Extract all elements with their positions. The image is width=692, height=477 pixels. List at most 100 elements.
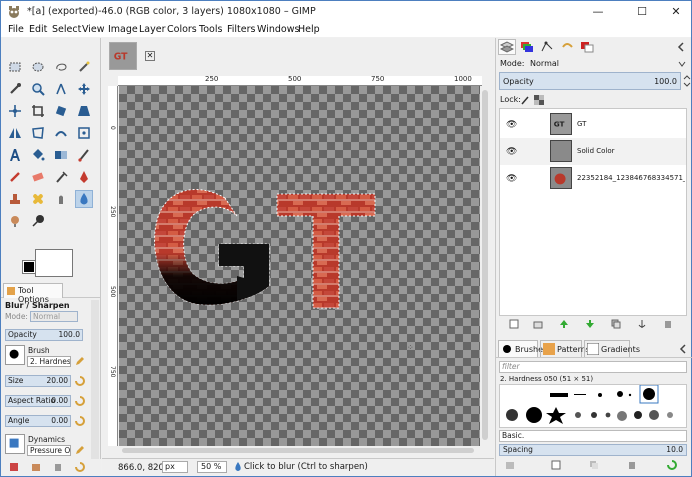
menu-file[interactable]: File xyxy=(8,24,24,35)
lower-layer-icon[interactable] xyxy=(585,319,595,329)
warp-tool[interactable] xyxy=(52,124,70,142)
menu-colors[interactable]: Colors xyxy=(167,24,197,35)
smudge-tool[interactable] xyxy=(52,190,70,208)
tab-tool-options[interactable]: Tool Options xyxy=(3,283,63,304)
brush-spacing-slider[interactable]: Spacing 10.0 xyxy=(499,444,687,456)
perspective-tool[interactable] xyxy=(75,102,93,120)
duplicate-brush-icon[interactable] xyxy=(589,460,599,470)
new-layer-group-icon[interactable] xyxy=(533,319,543,329)
menu-image[interactable]: Image xyxy=(108,24,138,35)
delete-layer-icon[interactable] xyxy=(663,319,673,329)
brushes-tab-menu-icon[interactable] xyxy=(678,344,688,354)
tab-undo-history[interactable] xyxy=(558,39,576,55)
brush-thumbnails[interactable] xyxy=(500,384,686,427)
anchor-layer-icon[interactable] xyxy=(637,319,647,329)
tab-brushes[interactable]: Brushes xyxy=(498,340,547,357)
horizontal-scroll-thumb[interactable] xyxy=(122,448,474,453)
layer-row[interactable]: 👁 22352184_1238467683345​71_559968078 xyxy=(500,165,686,192)
image-tab-thumbnail[interactable]: GT xyxy=(109,42,137,70)
canvas-viewport[interactable]: ⁘ xyxy=(119,86,480,446)
gradient-tool[interactable] xyxy=(52,146,70,164)
edit-dynamics-icon[interactable] xyxy=(75,445,85,455)
new-layer-icon[interactable] xyxy=(509,319,519,329)
tab-gradients[interactable]: Gradients xyxy=(584,340,640,357)
size-slider[interactable]: Size 20.00 xyxy=(5,375,71,387)
align-tool[interactable] xyxy=(6,102,24,120)
brush-filter-input[interactable]: filter xyxy=(499,361,687,373)
visibility-eye-icon[interactable]: 👁 xyxy=(506,120,517,130)
fuzzy-select-tool[interactable] xyxy=(75,58,93,76)
background-color[interactable] xyxy=(22,260,36,274)
vertical-scrollbar[interactable] xyxy=(480,86,490,446)
paintbrush-tool[interactable] xyxy=(75,146,93,164)
vertical-scroll-thumb[interactable] xyxy=(482,90,488,440)
layer-row[interactable]: 👁 Solid Color xyxy=(500,138,686,165)
menu-tools[interactable]: Tools xyxy=(199,24,222,35)
airbrush-tool[interactable] xyxy=(52,168,70,186)
reset-aspect-icon[interactable] xyxy=(75,396,85,406)
dynamics-select[interactable]: Pressure Opa xyxy=(27,445,71,456)
visibility-eye-icon[interactable]: 👁 xyxy=(506,147,517,157)
menu-edit[interactable]: Edit xyxy=(29,24,47,35)
zoom-select[interactable]: 50 % xyxy=(197,461,227,473)
unit-select[interactable]: px xyxy=(162,461,188,473)
angle-slider[interactable]: Angle 0.00 xyxy=(5,415,71,427)
raise-layer-icon[interactable] xyxy=(559,319,569,329)
rotate-tool[interactable] xyxy=(52,102,70,120)
edit-brush-icon[interactable] xyxy=(75,356,85,366)
menu-filters[interactable]: Filters xyxy=(227,24,255,35)
clone-tool[interactable] xyxy=(6,190,24,208)
menu-view[interactable]: View xyxy=(82,24,105,35)
save-options-icon[interactable] xyxy=(9,462,19,472)
minimize-button[interactable]: — xyxy=(583,1,613,23)
delete-options-icon[interactable] xyxy=(53,462,63,472)
fg-bg-colors[interactable] xyxy=(9,245,99,281)
visibility-eye-icon[interactable]: 👁 xyxy=(506,174,517,184)
unified-transform-tool[interactable] xyxy=(75,124,93,142)
brush-tag-select[interactable]: Basic. xyxy=(499,430,687,442)
ellipse-select-tool[interactable] xyxy=(29,58,47,76)
color-picker-tool[interactable] xyxy=(6,80,24,98)
eraser-tool[interactable] xyxy=(29,168,47,186)
lock-pixels-icon[interactable] xyxy=(520,95,530,105)
reset-size-icon[interactable] xyxy=(75,376,85,386)
dynamics-preview[interactable] xyxy=(5,434,25,454)
layer-mode-select[interactable]: Normal xyxy=(530,59,559,68)
horizontal-scrollbar[interactable] xyxy=(118,446,480,454)
measure-tool[interactable] xyxy=(52,80,70,98)
new-brush-icon[interactable] xyxy=(551,460,561,470)
menu-select[interactable]: Select xyxy=(52,24,81,35)
text-tool[interactable] xyxy=(6,146,24,164)
ink-tool[interactable] xyxy=(75,168,93,186)
move-tool[interactable] xyxy=(75,80,93,98)
menu-layer[interactable]: Layer xyxy=(139,24,166,35)
pencil-tool[interactable] xyxy=(6,168,24,186)
tab-colors[interactable] xyxy=(578,39,596,55)
bucket-fill-tool[interactable] xyxy=(29,146,47,164)
brush-preview[interactable] xyxy=(5,345,25,365)
tab-paths[interactable] xyxy=(538,39,556,55)
mode-chevron-down-icon[interactable] xyxy=(678,60,686,68)
opacity-spin-icon[interactable] xyxy=(683,75,691,87)
menu-help[interactable]: Help xyxy=(298,24,320,35)
flip-tool[interactable] xyxy=(6,124,24,142)
refresh-brushes-icon[interactable] xyxy=(667,460,677,470)
rect-select-tool[interactable] xyxy=(6,58,24,76)
opacity-slider[interactable]: Opacity 100.0 xyxy=(5,329,83,341)
tab-layers[interactable] xyxy=(498,39,516,55)
reset-options-icon[interactable] xyxy=(75,462,85,472)
layer-opacity-slider[interactable]: Opacity 100.0 xyxy=(499,72,681,90)
maximize-button[interactable]: ☐ xyxy=(627,1,657,23)
aspect-ratio-slider[interactable]: Aspect Ratio 0.00 xyxy=(5,395,71,407)
layer-row[interactable]: 👁 GT GT xyxy=(500,111,686,138)
foreground-color[interactable] xyxy=(35,249,73,277)
configure-tab-menu[interactable] xyxy=(672,39,690,55)
heal-tool[interactable] xyxy=(29,190,47,208)
brush-as-image-icon[interactable] xyxy=(505,460,515,470)
close-button[interactable]: ✕ xyxy=(661,1,691,23)
path-tool[interactable] xyxy=(29,212,47,230)
dodge-burn-tool[interactable] xyxy=(6,212,24,230)
delete-brush-icon[interactable] xyxy=(627,460,637,470)
free-select-tool[interactable] xyxy=(52,58,70,76)
zoom-tool[interactable] xyxy=(29,80,47,98)
